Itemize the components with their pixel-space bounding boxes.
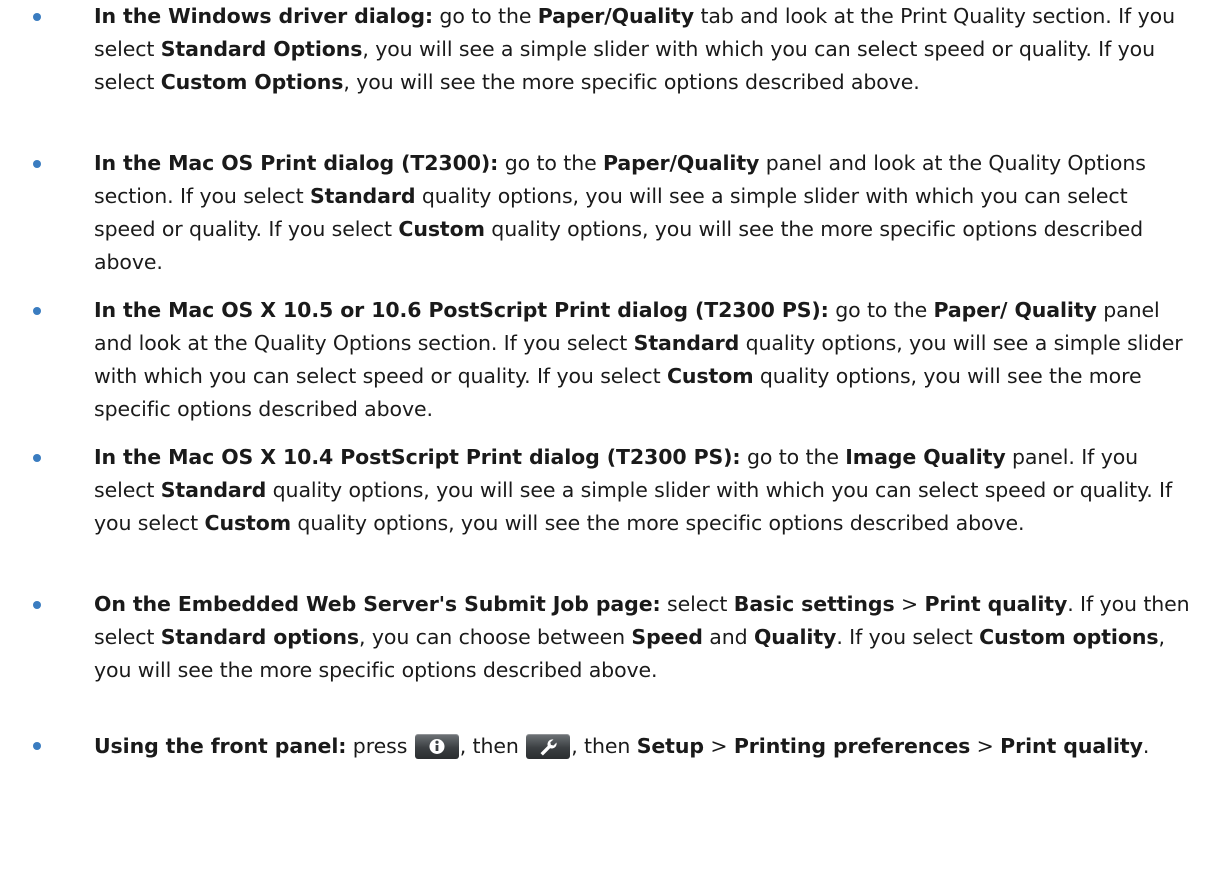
list-item: In the Mac OS Print dialog (T2300): go t… — [33, 147, 1194, 279]
text: go to the — [740, 445, 846, 469]
bullet-dot — [33, 454, 41, 462]
text: . — [1142, 734, 1150, 758]
text: and — [702, 625, 754, 649]
text: > — [894, 592, 925, 616]
text: , you can choose between — [359, 625, 632, 649]
bold-term: Custom Options — [160, 70, 344, 94]
text: , then — [571, 734, 637, 758]
bold-term: Custom — [204, 511, 292, 535]
text: go to the — [433, 4, 538, 28]
item-lead: On the Embedded Web Server's Submit Job … — [94, 592, 661, 616]
bold-term: Speed — [631, 625, 703, 649]
bold-term: Standard — [309, 184, 416, 208]
list-item: On the Embedded Web Server's Submit Job … — [33, 588, 1194, 687]
bullet-dot — [33, 307, 41, 315]
item-lead: In the Windows driver dialog: — [94, 4, 434, 28]
list-item: In the Windows driver dialog: go to the … — [33, 0, 1194, 99]
list-item: In the Mac OS X 10.4 PostScript Print di… — [33, 441, 1194, 540]
text: , then — [459, 734, 526, 758]
item-lead: In the Mac OS Print dialog (T2300): — [94, 151, 499, 175]
bold-term: Custom — [398, 217, 485, 241]
list-item: In the Mac OS X 10.5 or 10.6 PostScript … — [33, 294, 1194, 426]
bullet-dot — [33, 742, 41, 750]
info-icon — [414, 734, 459, 759]
text: go to the — [828, 298, 934, 322]
text: select — [660, 592, 734, 616]
text: > — [970, 734, 1001, 758]
bold-term: Basic settings — [733, 592, 895, 616]
bold-term: Print quality — [1000, 734, 1143, 758]
text: quality options, you will see the more s… — [291, 511, 1025, 535]
bullet-dot — [33, 601, 41, 609]
bold-term: Custom options — [979, 625, 1159, 649]
bold-term: Paper/Quality — [603, 151, 760, 175]
bold-term: Print quality — [924, 592, 1068, 616]
bold-term: Custom — [666, 364, 754, 388]
bold-term: Standard options — [160, 625, 360, 649]
list-item: Using the front panel: press , then , th… — [33, 726, 1194, 766]
text: go to the — [498, 151, 604, 175]
wrench-icon — [526, 734, 571, 759]
bullet-dot — [33, 13, 41, 21]
bold-term: Printing preferences — [733, 734, 971, 758]
bullet-dot — [33, 160, 41, 168]
bold-term: Standard — [160, 478, 267, 502]
document-page: In the Windows driver dialog: go to the … — [0, 0, 1219, 870]
text: , you will see the more specific options… — [343, 70, 920, 94]
item-lead: In the Mac OS X 10.4 PostScript Print di… — [94, 445, 741, 469]
bold-term: Standard — [633, 331, 740, 355]
bold-term: Image Quality — [845, 445, 1006, 469]
bold-term: Setup — [636, 734, 704, 758]
text: . If you select — [836, 625, 980, 649]
bold-term: Paper/Quality — [537, 4, 695, 28]
item-lead: In the Mac OS X 10.5 or 10.6 PostScript … — [94, 298, 829, 322]
text: press — [346, 734, 414, 758]
text: > — [703, 734, 734, 758]
bold-term: Standard Options — [160, 37, 363, 61]
bold-term: Quality — [753, 625, 837, 649]
item-lead: Using the front panel: — [94, 734, 347, 758]
bold-term: Paper/ Quality — [933, 298, 1097, 322]
